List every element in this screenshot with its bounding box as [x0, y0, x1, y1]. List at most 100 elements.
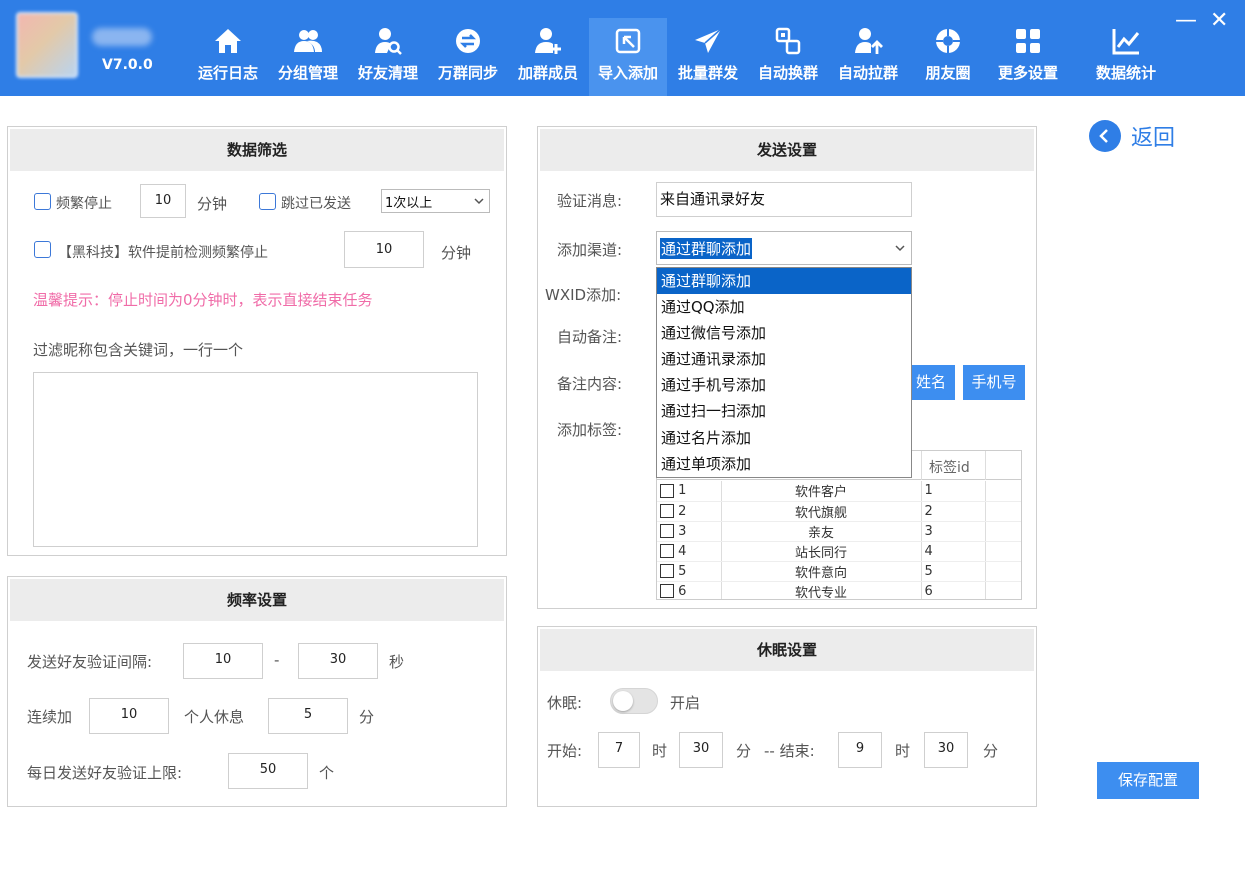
tag-id: 1 [921, 481, 986, 502]
tag-checkbox[interactable] [660, 584, 674, 598]
tag-checkbox[interactable] [660, 483, 674, 498]
nav-more-settings[interactable]: 更多设置 [992, 18, 1064, 96]
start-hour-input[interactable]: 7 [598, 732, 640, 768]
table-row[interactable]: 2 软代旗舰 2 [657, 501, 1021, 522]
sleep-toggle[interactable] [610, 688, 658, 714]
table-row[interactable]: 5 软件意向 5 [657, 561, 1021, 582]
continuous-label: 连续加 [27, 708, 73, 726]
interval-unit: 秒 [389, 653, 405, 671]
back-button[interactable]: 返回 [1089, 120, 1175, 152]
continuous-input[interactable]: 10 [89, 698, 169, 734]
channel-select[interactable]: 通过群聊添加 [656, 231, 912, 265]
sync-icon [456, 29, 480, 53]
tag-checkbox[interactable] [660, 504, 674, 518]
nav-bulk-send[interactable]: 批量群发 [672, 18, 744, 96]
tag-name: 软件意向 [721, 561, 922, 582]
freq-stop-input[interactable]: 10 [140, 184, 186, 218]
nav-data-stats[interactable]: 数据统计 [1086, 18, 1166, 96]
channel-option[interactable]: 通过扫一扫添加 [657, 398, 911, 424]
channel-dropdown-list: 通过群聊添加 通过QQ添加 通过微信号添加 通过通讯录添加 通过手机号添加 通过… [656, 267, 912, 478]
wxid-label: WXID添加: [545, 286, 622, 304]
moments-icon [936, 29, 960, 53]
daily-limit-label: 每日发送好友验证上限: [27, 764, 183, 782]
tag-id: 6 [921, 581, 986, 599]
skip-sent-select[interactable]: 1次以上 [381, 189, 490, 213]
nav-run-log[interactable]: 运行日志 [192, 18, 264, 96]
nav-group-members[interactable]: 加群成员 [512, 18, 584, 96]
top-toolbar: V7.0.0 运行日志 分组管理 好友清理 万群同步 加群成员 导入添加 批量群… [0, 0, 1245, 96]
blacktech-unit: 分钟 [441, 244, 472, 262]
channel-option[interactable]: 通过名片添加 [657, 425, 911, 451]
blacktech-checkbox[interactable] [34, 241, 51, 258]
remark-content-label: 备注内容: [557, 375, 623, 393]
interval-label: 发送好友验证间隔: [27, 653, 153, 671]
close-button[interactable]: ✕ [1210, 10, 1228, 32]
channel-option[interactable]: 通过单项添加 [657, 451, 911, 477]
channel-option[interactable]: 通过群聊添加 [657, 268, 911, 295]
blacktech-input[interactable]: 10 [344, 231, 424, 268]
tag-table-body: 1 软件客户 1 2 软代旗舰 2 3 亲友 3 4 站长同行 4 5 软件意向 5 6 软代专业 6 [657, 481, 1021, 599]
keywords-textarea[interactable] [33, 372, 478, 547]
end-label: -- 结束: [764, 742, 815, 760]
nav-label: 朋友圈 [925, 64, 971, 82]
filter-title: 数据筛选 [10, 129, 504, 171]
verify-input[interactable]: 来自通讯录好友 [656, 182, 912, 217]
nav-group-manage[interactable]: 分组管理 [272, 18, 344, 96]
interval-dash: - [274, 651, 280, 669]
nav-moments[interactable]: 朋友圈 [912, 18, 984, 96]
nav-auto-pull-group[interactable]: 自动拉群 [832, 18, 904, 96]
app-version: V7.0.0 [102, 57, 153, 73]
start-minute-unit: 分 [736, 742, 752, 760]
auto-remark-label: 自动备注: [557, 328, 623, 346]
skip-sent-label: 跳过已发送 [281, 196, 351, 212]
save-config-button[interactable]: 保存配置 [1097, 762, 1199, 799]
nav-friend-clean[interactable]: 好友清理 [352, 18, 424, 96]
tag-checkbox[interactable] [660, 564, 674, 578]
user-search-icon [375, 28, 402, 55]
grid-icon [1016, 29, 1040, 53]
blacktech-label: 【黑科技】软件提前检测频繁停止 [58, 245, 268, 261]
skip-sent-checkbox[interactable] [259, 193, 276, 210]
start-minute-input[interactable]: 30 [679, 732, 723, 768]
nav-auto-switch-group[interactable]: 自动换群 [752, 18, 824, 96]
nav-label: 好友清理 [357, 64, 418, 82]
tag-checkbox[interactable] [660, 544, 674, 558]
table-row[interactable]: 6 软代专业 6 [657, 581, 1021, 599]
back-label: 返回 [1131, 126, 1176, 151]
nav-group-sync[interactable]: 万群同步 [432, 18, 504, 96]
nav-label: 加群成员 [517, 64, 578, 82]
chevron-down-icon [895, 245, 905, 252]
channel-option[interactable]: 通过手机号添加 [657, 372, 911, 398]
freq-stop-checkbox[interactable] [34, 193, 51, 210]
interval-min-input[interactable]: 10 [183, 643, 263, 679]
user-up-icon [855, 28, 883, 54]
tag-id-header: 标签id [929, 460, 970, 476]
tag-checkbox[interactable] [660, 524, 674, 538]
tag-no: 4 [678, 543, 687, 559]
group-icon [294, 30, 322, 52]
table-row[interactable]: 1 软件客户 1 [657, 481, 1021, 502]
channel-option[interactable]: 通过微信号添加 [657, 320, 911, 346]
interval-max-input[interactable]: 30 [298, 643, 378, 679]
end-hour-input[interactable]: 9 [838, 732, 882, 768]
freq-stop-label: 频繁停止 [56, 196, 112, 212]
channel-option[interactable]: 通过通讯录添加 [657, 346, 911, 372]
name-variable-button[interactable]: 姓名 [907, 365, 955, 400]
phone-variable-button[interactable]: 手机号 [963, 365, 1025, 400]
minimize-button[interactable]: — [1175, 10, 1197, 32]
nav-label: 导入添加 [597, 64, 658, 82]
chevron-left-icon [1089, 120, 1121, 152]
daily-limit-input[interactable]: 50 [228, 753, 308, 789]
send-icon [695, 28, 722, 53]
rest-input[interactable]: 5 [268, 698, 348, 734]
nav-import-add[interactable]: 导入添加 [589, 18, 667, 96]
verify-label: 验证消息: [557, 192, 623, 210]
table-row[interactable]: 3 亲友 3 [657, 521, 1021, 542]
avatar[interactable] [16, 12, 78, 78]
end-minute-input[interactable]: 30 [924, 732, 968, 768]
send-title: 发送设置 [540, 129, 1034, 171]
end-minute-unit: 分 [983, 742, 999, 760]
table-row[interactable]: 4 站长同行 4 [657, 541, 1021, 562]
rest-unit: 分 [359, 708, 375, 726]
channel-option[interactable]: 通过QQ添加 [657, 294, 911, 320]
